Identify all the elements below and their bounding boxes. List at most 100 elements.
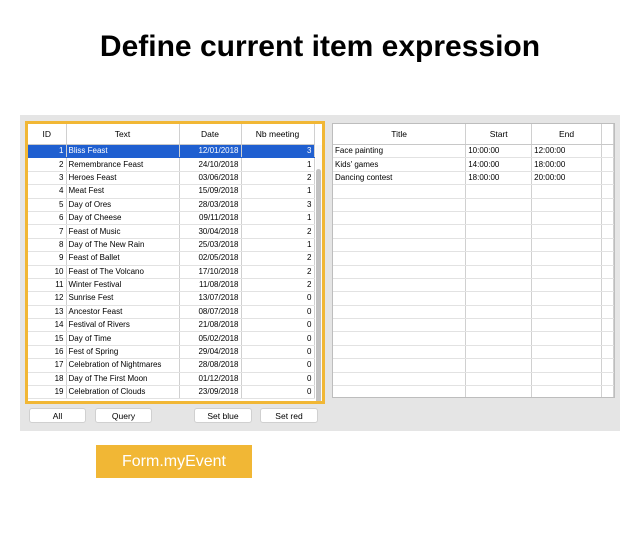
vertical-scrollbar[interactable] (316, 145, 322, 401)
empty-cell (465, 238, 533, 253)
event-row[interactable]: 9 Feast of Ballet 02/05/2018 2 (28, 251, 315, 266)
cell-nb-meeting: 2 (241, 224, 315, 239)
empty-cell (333, 224, 467, 239)
empty-row[interactable] (333, 385, 614, 397)
cell-text: Celebration of Nightmares (66, 358, 180, 373)
event-row[interactable]: 4 Meat Fest 15/09/2018 1 (28, 184, 315, 199)
event-row[interactable]: 10 Feast of The Volcano 17/10/2018 2 (28, 265, 315, 279)
set-blue-button[interactable]: Set blue (194, 408, 252, 423)
empty-row[interactable] (333, 278, 614, 293)
column-header-start[interactable]: Start (465, 124, 533, 145)
cell-id: 2 (28, 157, 67, 172)
meetings-listbox[interactable]: Title Start End Face painting 10:00:00 12:… (332, 123, 615, 398)
cell-end: 18:00:00 (531, 157, 602, 172)
empty-cell (531, 198, 602, 212)
column-header-text[interactable]: Text (66, 124, 180, 145)
cell-text: Day of Ores (66, 198, 180, 212)
event-row[interactable]: 12 Sunrise Fest 13/07/2018 0 (28, 291, 315, 306)
cell-date: 23/09/2018 (179, 385, 242, 400)
cell-nb-meeting: 0 (241, 305, 315, 320)
events-table[interactable]: ID Text Date Nb meeting 1 Bliss Feast 12/0… (28, 124, 315, 400)
event-row[interactable]: 17 Celebration of Nightmares 28/08/2018 0 (28, 358, 315, 373)
meetings-table[interactable]: Title Start End Face painting 10:00:00 12:… (333, 124, 614, 397)
column-header-nb-meeting[interactable]: Nb meeting (241, 124, 315, 145)
event-row[interactable]: 8 Day of The New Rain 25/03/2018 1 (28, 238, 315, 253)
empty-row[interactable] (333, 265, 614, 279)
meeting-row[interactable]: Dancing contest 18:00:00 20:00:00 (333, 171, 614, 186)
cell-id: 18 (28, 372, 67, 387)
empty-cell (601, 291, 614, 306)
event-row[interactable]: 2 Remembrance Feast 24/10/2018 1 (28, 157, 315, 172)
empty-row[interactable] (333, 305, 614, 320)
column-header-date[interactable]: Date (179, 124, 242, 145)
cell-id: 15 (28, 331, 67, 346)
cell-date: 29/04/2018 (179, 345, 242, 360)
cell-end: 12:00:00 (531, 144, 602, 159)
column-header-title[interactable]: Title (333, 124, 467, 145)
event-row[interactable]: 6 Day of Cheese 09/11/2018 1 (28, 211, 315, 226)
empty-row[interactable] (333, 238, 614, 253)
cell-filler (601, 144, 614, 159)
column-header-filler (601, 124, 614, 145)
cell-text: Celebration of Clouds (66, 385, 180, 400)
event-row[interactable]: 7 Feast of Music 30/04/2018 2 (28, 224, 315, 239)
cell-nb-meeting: 0 (241, 331, 315, 346)
cell-nb-meeting: 0 (241, 372, 315, 387)
cell-date: 28/08/2018 (179, 358, 242, 373)
cell-date: 08/07/2018 (179, 305, 242, 320)
all-button[interactable]: All (29, 408, 86, 423)
column-header-end[interactable]: End (531, 124, 602, 145)
cell-text: Fest of Spring (66, 345, 180, 360)
empty-row[interactable] (333, 224, 614, 239)
event-row[interactable]: 13 Ancestor Feast 08/07/2018 0 (28, 305, 315, 320)
empty-cell (531, 305, 602, 320)
empty-row[interactable] (333, 358, 614, 373)
empty-cell (601, 318, 614, 333)
cell-nb-meeting: 1 (241, 184, 315, 199)
query-button[interactable]: Query (95, 408, 152, 423)
empty-cell (465, 278, 533, 293)
meeting-row[interactable]: Face painting 10:00:00 12:00:00 (333, 144, 614, 159)
empty-cell (531, 238, 602, 253)
meeting-row[interactable]: Kids' games 14:00:00 18:00:00 (333, 157, 614, 172)
empty-cell (465, 291, 533, 306)
cell-nb-meeting: 0 (241, 358, 315, 373)
empty-row[interactable] (333, 318, 614, 333)
set-red-button[interactable]: Set red (260, 408, 318, 423)
cell-id: 5 (28, 198, 67, 212)
empty-row[interactable] (333, 251, 614, 266)
empty-cell (531, 224, 602, 239)
cell-date: 02/05/2018 (179, 251, 242, 266)
empty-row[interactable] (333, 291, 614, 306)
column-header-id[interactable]: ID (28, 124, 67, 145)
event-row[interactable]: 3 Heroes Feast 03/06/2018 2 (28, 171, 315, 186)
cell-nb-meeting: 2 (241, 265, 315, 279)
empty-row[interactable] (333, 345, 614, 360)
empty-cell (465, 251, 533, 266)
empty-row[interactable] (333, 211, 614, 226)
cell-text: Heroes Feast (66, 171, 180, 186)
cell-nb-meeting: 3 (241, 144, 315, 159)
event-row[interactable]: 14 Festival of Rivers 21/08/2018 0 (28, 318, 315, 333)
events-listbox[interactable]: ID Text Date Nb meeting 1 Bliss Feast 12/0… (25, 121, 325, 404)
empty-row[interactable] (333, 331, 614, 346)
empty-row[interactable] (333, 184, 614, 199)
empty-cell (531, 345, 602, 360)
event-row[interactable]: 18 Day of The First Moon 01/12/2018 0 (28, 372, 315, 387)
event-row[interactable]: 16 Fest of Spring 29/04/2018 0 (28, 345, 315, 360)
cell-id: 1 (28, 144, 67, 159)
empty-row[interactable] (333, 198, 614, 212)
event-row[interactable]: 11 Winter Festival 11/08/2018 2 (28, 278, 315, 293)
event-row[interactable]: 15 Day of Time 05/02/2018 0 (28, 331, 315, 346)
cell-nb-meeting: 1 (241, 211, 315, 226)
cell-nb-meeting: 1 (241, 238, 315, 253)
empty-cell (601, 224, 614, 239)
cell-text: Sunrise Fest (66, 291, 180, 306)
empty-row[interactable] (333, 372, 614, 387)
event-row[interactable]: 19 Celebration of Clouds 23/09/2018 0 (28, 385, 315, 400)
event-row[interactable]: 1 Bliss Feast 12/01/2018 3 (28, 144, 315, 159)
cell-date: 15/09/2018 (179, 184, 242, 199)
cell-text: Day of The New Rain (66, 238, 180, 253)
scrollbar-thumb[interactable] (316, 169, 321, 401)
event-row[interactable]: 5 Day of Ores 28/03/2018 3 (28, 198, 315, 212)
